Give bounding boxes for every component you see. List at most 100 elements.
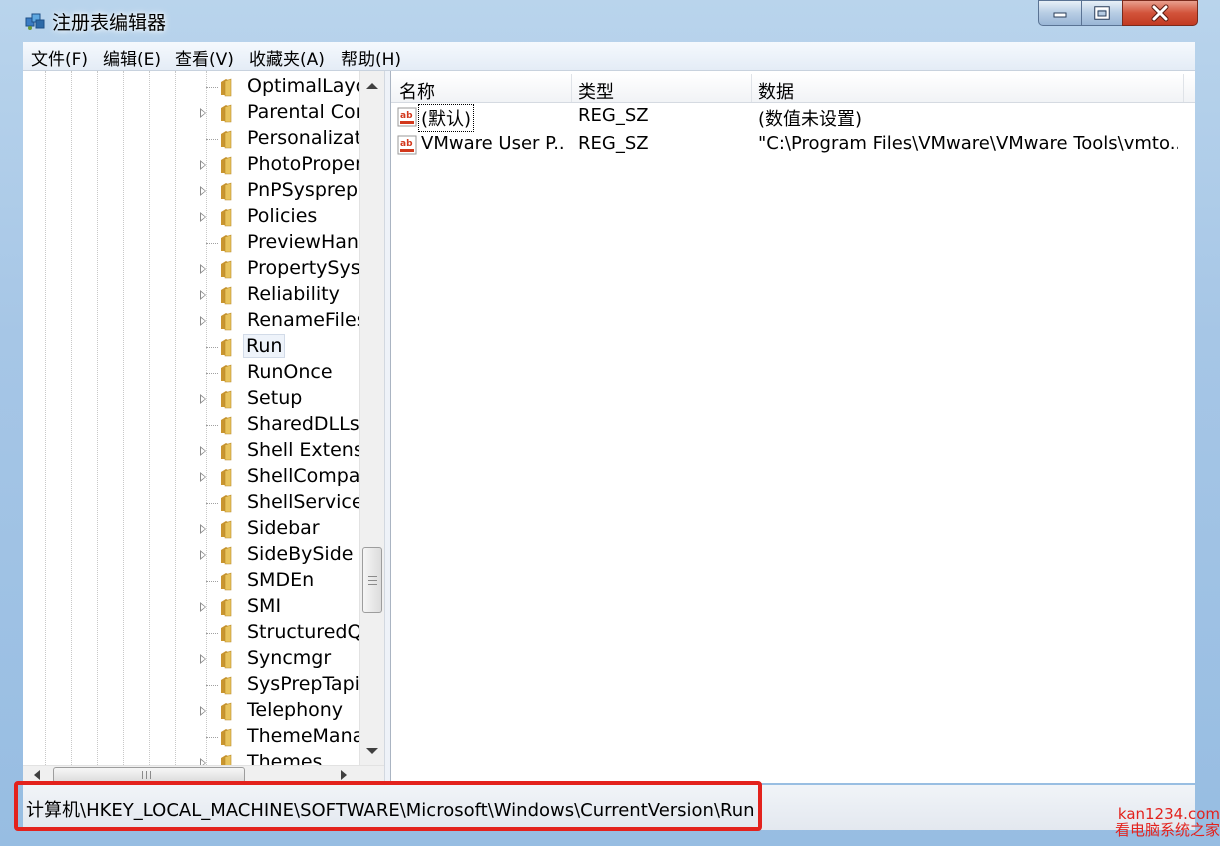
- scroll-right-arrow-icon[interactable]: [341, 770, 347, 780]
- expand-arrow-icon[interactable]: [200, 108, 206, 118]
- expand-arrow-icon[interactable]: [200, 602, 206, 612]
- column-header-name[interactable]: 名称: [399, 78, 435, 104]
- tree-item[interactable]: Run: [23, 334, 384, 360]
- tree-item[interactable]: Themes: [23, 750, 384, 765]
- column-divider[interactable]: [571, 74, 572, 102]
- expand-arrow-icon[interactable]: [200, 758, 206, 765]
- tree-item[interactable]: ShellCompat: [23, 464, 384, 490]
- folder-icon: [221, 104, 232, 123]
- tree-connector-line: [206, 87, 218, 88]
- folder-icon: [221, 572, 232, 591]
- expand-arrow-icon[interactable]: [200, 446, 206, 456]
- expand-arrow-fill: [201, 656, 205, 662]
- tree-item-label: RunOnce: [247, 361, 333, 383]
- maximize-button[interactable]: [1081, 0, 1123, 26]
- tree-item[interactable]: RenameFiles: [23, 308, 384, 334]
- grip-line: [142, 771, 143, 779]
- main-content: OptimalLayo Parental Con Personalizati Phot…: [23, 71, 1195, 784]
- tree-connector-line: [206, 737, 218, 738]
- tree-item[interactable]: PhotoProper: [23, 152, 384, 178]
- tree-item[interactable]: ThemeManag: [23, 724, 384, 750]
- expand-arrow-icon[interactable]: [200, 524, 206, 534]
- folder-icon: [221, 78, 232, 97]
- folder-icon: [221, 208, 232, 227]
- expand-arrow-fill: [201, 552, 205, 558]
- tree-item[interactable]: ShellServiceC: [23, 490, 384, 516]
- scroll-up-arrow-icon[interactable]: [366, 83, 378, 89]
- expand-arrow-icon[interactable]: [200, 264, 206, 274]
- folder-icon: [221, 260, 232, 279]
- tree-item[interactable]: Setup: [23, 386, 384, 412]
- expand-arrow-icon[interactable]: [200, 316, 206, 326]
- tree-item[interactable]: Policies: [23, 204, 384, 230]
- tree-item[interactable]: PropertySyst: [23, 256, 384, 282]
- tree-item-label: SideBySide: [247, 543, 354, 565]
- expand-arrow-icon[interactable]: [200, 472, 206, 482]
- tree-scroll-thumb[interactable]: [362, 547, 382, 613]
- folder-icon: [221, 468, 232, 487]
- tree-item[interactable]: Parental Con: [23, 100, 384, 126]
- scroll-down-arrow-icon[interactable]: [366, 748, 378, 754]
- svg-text:ab: ab: [400, 139, 413, 149]
- tree-item[interactable]: SideBySide: [23, 542, 384, 568]
- list-row[interactable]: ab VMware User P... REG_SZ "C:\Program F…: [391, 132, 1181, 159]
- tree-item-label: SharedDLLs: [247, 413, 360, 435]
- minimize-button[interactable]: [1038, 0, 1082, 26]
- tree-connector-line: [206, 503, 218, 504]
- tree-item[interactable]: Shell Extensio: [23, 438, 384, 464]
- tree-item[interactable]: StructuredQu: [23, 620, 384, 646]
- tree-item[interactable]: PreviewHand: [23, 230, 384, 256]
- tree-item-label: Telephony: [247, 699, 344, 721]
- expand-arrow-icon[interactable]: [200, 160, 206, 170]
- registry-editor-window: 注册表编辑器 文件(F) 编辑(E) 查看(V) 收藏夹(A) 帮助(H) Op…: [0, 0, 1220, 846]
- menu-help[interactable]: 帮助(H): [341, 45, 401, 70]
- close-button[interactable]: [1122, 0, 1198, 26]
- registry-tree[interactable]: OptimalLayo Parental Con Personalizati Phot…: [23, 71, 384, 765]
- expand-arrow-icon[interactable]: [200, 550, 206, 560]
- tree-item[interactable]: Reliability: [23, 282, 384, 308]
- tree-item[interactable]: SMI: [23, 594, 384, 620]
- menu-favorites[interactable]: 收藏夹(A): [249, 45, 325, 70]
- expand-arrow-icon[interactable]: [200, 212, 206, 222]
- tree-item-label: Parental Con: [247, 101, 368, 123]
- tree-item-label: StructuredQu: [247, 621, 375, 643]
- value-name: (默认): [417, 104, 475, 132]
- folder-icon: [221, 390, 232, 409]
- tree-item[interactable]: RunOnce: [23, 360, 384, 386]
- menu-file[interactable]: 文件(F): [31, 45, 88, 70]
- tree-item-label: Policies: [247, 205, 318, 227]
- scroll-left-arrow-icon[interactable]: [34, 770, 40, 780]
- menu-view[interactable]: 查看(V): [175, 45, 234, 70]
- values-list[interactable]: 名称 类型 数据 ab (默认) REG_SZ (数值未设置) ab VMwar…: [391, 71, 1195, 783]
- menu-edit[interactable]: 编辑(E): [103, 45, 161, 70]
- tree-item-label: Reliability: [247, 283, 340, 305]
- column-header-type[interactable]: 类型: [578, 78, 614, 104]
- grip-line: [150, 771, 151, 779]
- expand-arrow-icon[interactable]: [200, 654, 206, 664]
- expand-arrow-icon[interactable]: [200, 394, 206, 404]
- tree-item[interactable]: SharedDLLs: [23, 412, 384, 438]
- list-row[interactable]: ab (默认) REG_SZ (数值未设置): [391, 104, 1181, 132]
- tree-connector-line: [206, 139, 218, 140]
- tree-item[interactable]: SysPrepTapi: [23, 672, 384, 698]
- title-bar[interactable]: 注册表编辑器: [0, 0, 1220, 40]
- tree-item-label: PnPSysprep: [247, 179, 359, 201]
- folder-icon: [221, 650, 232, 669]
- expand-arrow-icon[interactable]: [200, 186, 206, 196]
- tree-item-label: RenameFiles: [247, 309, 367, 331]
- tree-item[interactable]: Sidebar: [23, 516, 384, 542]
- column-header-data[interactable]: 数据: [758, 78, 794, 104]
- expand-arrow-icon[interactable]: [200, 290, 206, 300]
- tree-item[interactable]: PnPSysprep: [23, 178, 384, 204]
- expand-arrow-icon[interactable]: [200, 706, 206, 716]
- pane-splitter[interactable]: [384, 71, 391, 783]
- tree-item[interactable]: Syncmgr: [23, 646, 384, 672]
- tree-item[interactable]: Personalizati: [23, 126, 384, 152]
- tree-item[interactable]: Telephony: [23, 698, 384, 724]
- tree-item[interactable]: SMDEn: [23, 568, 384, 594]
- expand-arrow-fill: [201, 188, 205, 194]
- tree-item[interactable]: OptimalLayo: [23, 74, 384, 100]
- column-divider[interactable]: [1183, 74, 1184, 102]
- column-divider[interactable]: [751, 74, 752, 102]
- tree-vertical-scrollbar[interactable]: [359, 71, 384, 765]
